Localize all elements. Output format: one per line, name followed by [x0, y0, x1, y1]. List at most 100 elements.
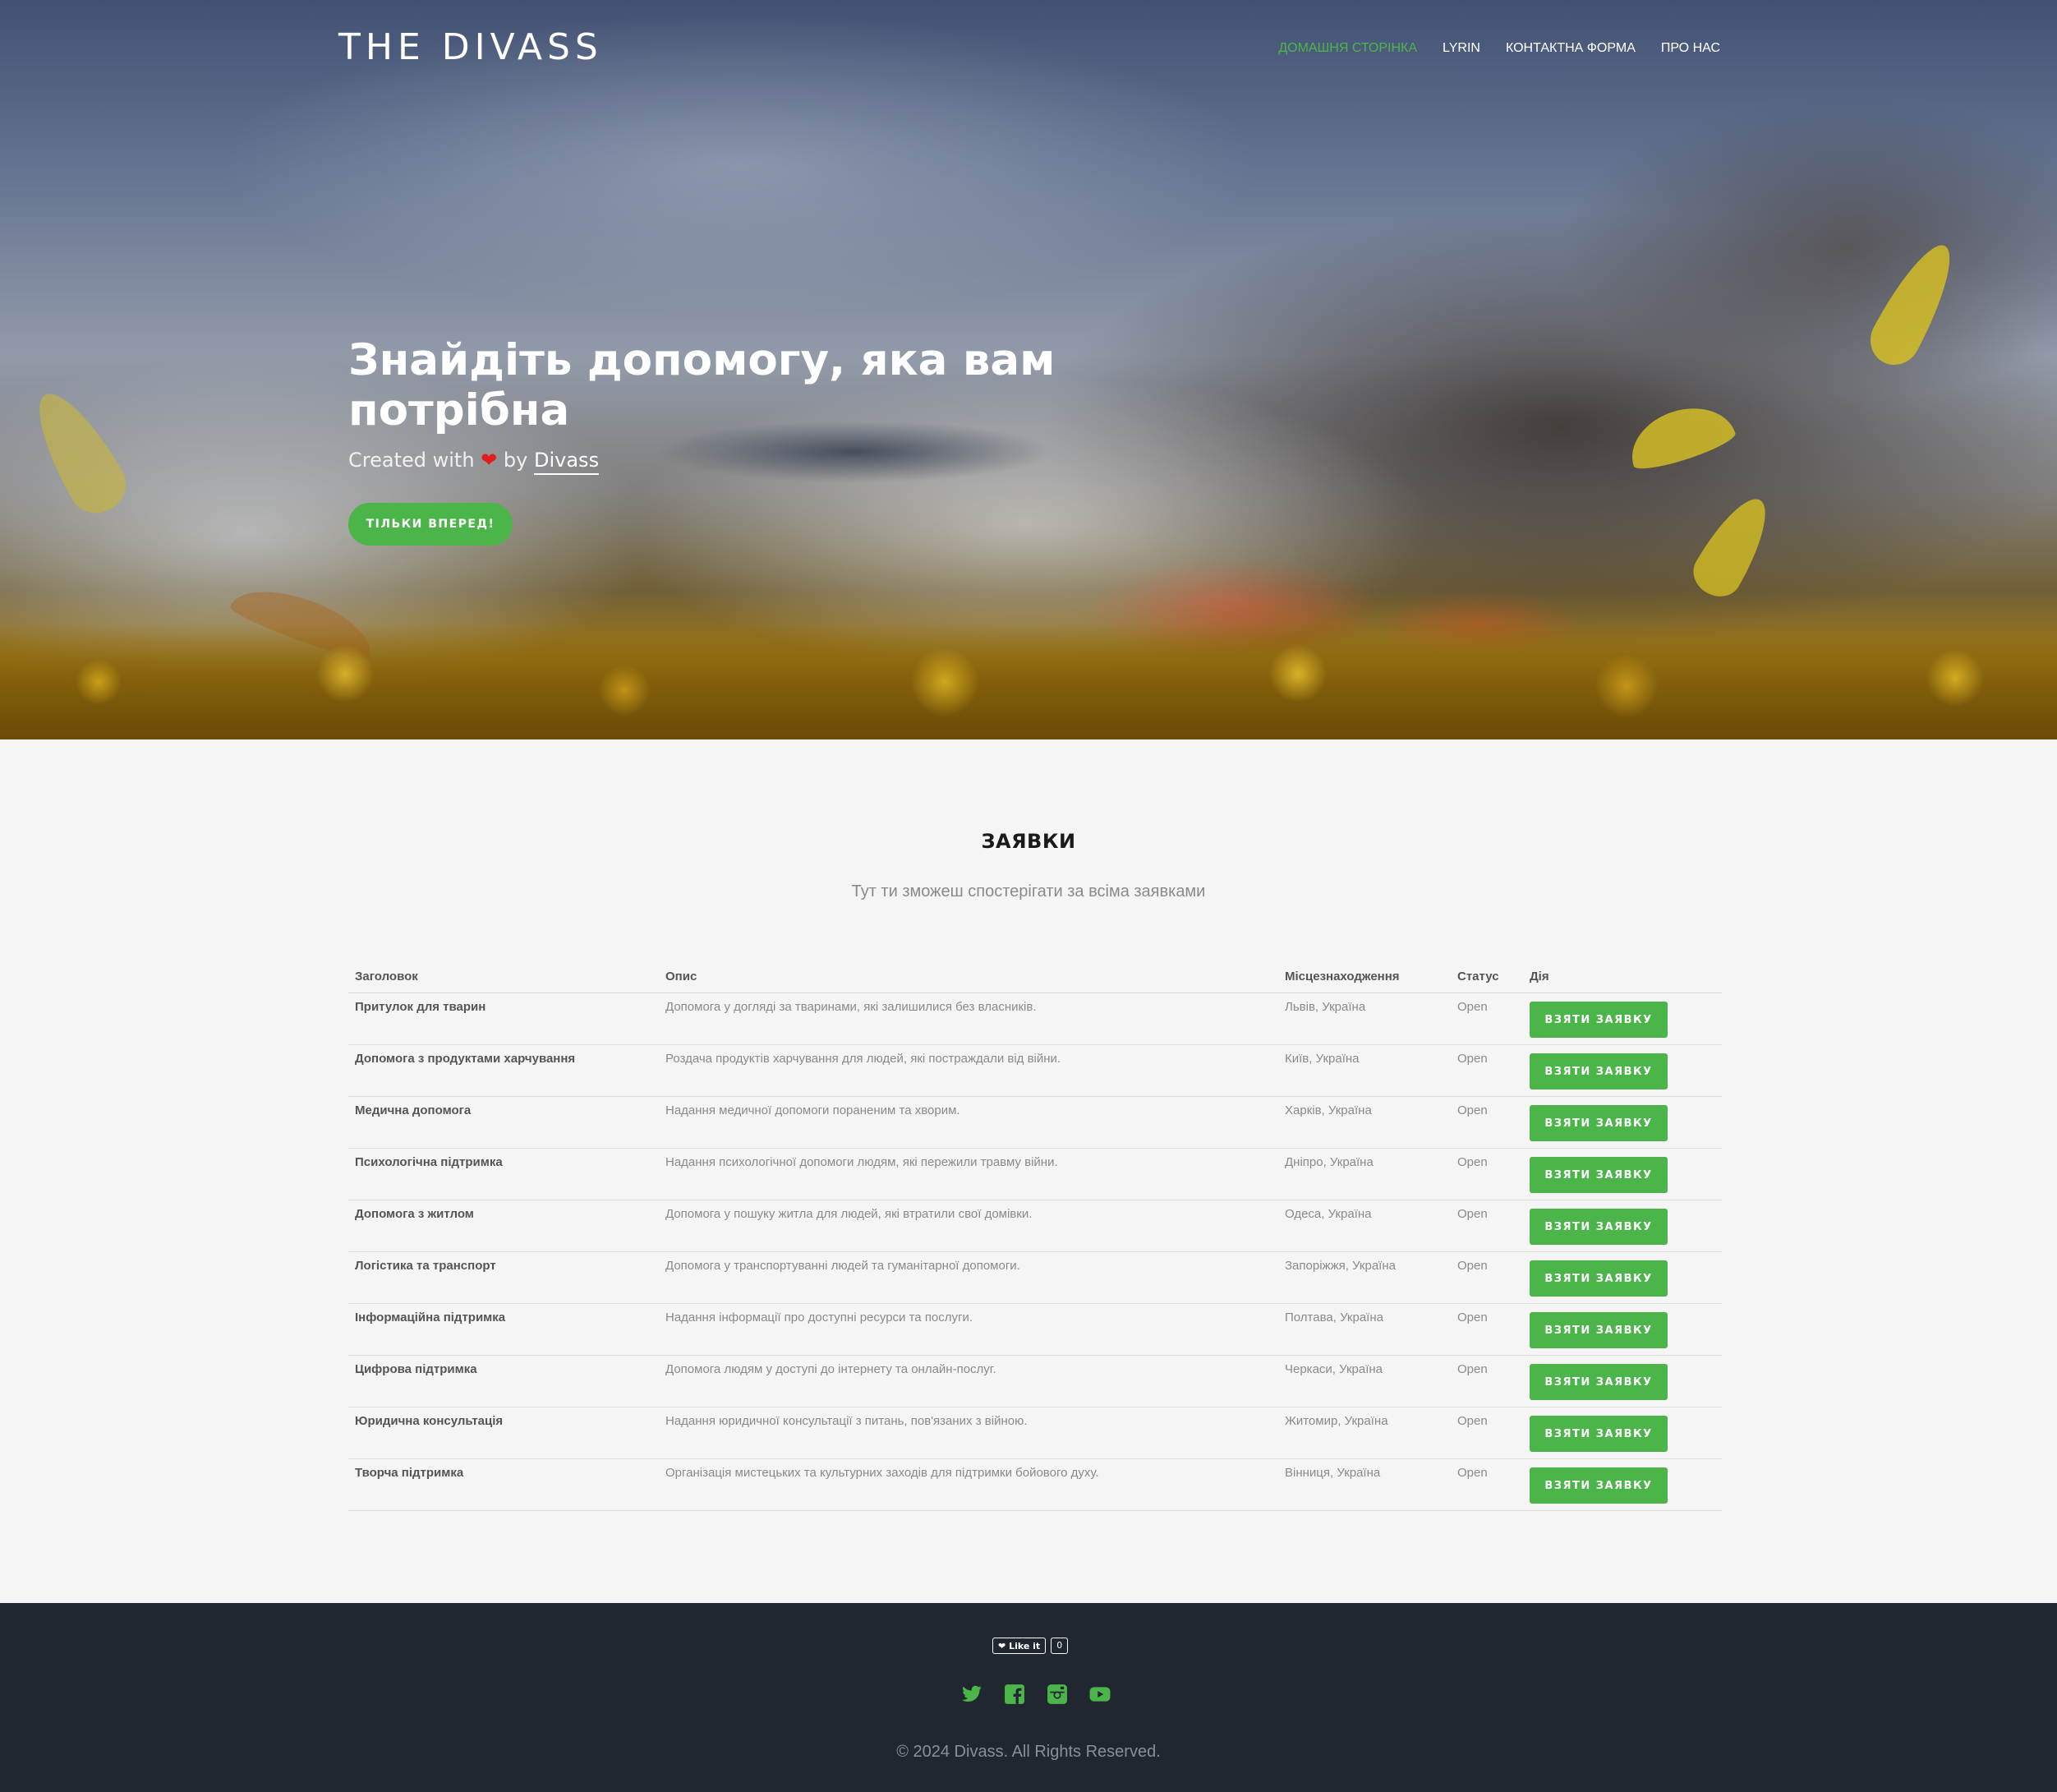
like-button[interactable]: ❤ Like it — [992, 1638, 1047, 1654]
request-title: Логістика та транспорт — [348, 1251, 659, 1304]
request-description: Роздача продуктів харчування для людей, … — [659, 1044, 1278, 1097]
facebook-icon[interactable] — [1004, 1684, 1025, 1705]
request-location: Вінниця, Україна — [1278, 1458, 1451, 1511]
request-title: Цифрова підтримка — [348, 1355, 659, 1407]
requests-table: Заголовок Опис Місцезнаходження Статус Д… — [348, 960, 1722, 1511]
request-location: Дніпро, Україна — [1278, 1148, 1451, 1200]
request-title: Творча підтримка — [348, 1458, 659, 1511]
request-title: Притулок для тварин — [348, 993, 659, 1045]
request-status: Open — [1451, 1200, 1523, 1252]
request-status: Open — [1451, 1303, 1523, 1356]
request-title: Допомога з продуктами харчування — [348, 1044, 659, 1097]
request-title: Психологічна підтримка — [348, 1148, 659, 1200]
request-description: Надання інформації про доступні ресурси … — [659, 1303, 1278, 1356]
nav-item-lyrin[interactable]: LYRIN — [1443, 41, 1480, 56]
requests-subtitle: Тут ти зможеш спостерігати за всіма заяв… — [851, 882, 1206, 901]
heart-icon: ❤ — [998, 1640, 1006, 1651]
request-status: Open — [1451, 1044, 1523, 1097]
take-request-button[interactable]: Взяти заявку — [1530, 1364, 1668, 1400]
request-description: Організація мистецьких та культурних зах… — [659, 1458, 1278, 1511]
column-header-action: Дія — [1523, 960, 1722, 993]
request-location: Черкаси, Україна — [1278, 1355, 1451, 1407]
request-action-cell: Взяти заявку — [1523, 993, 1722, 1045]
column-header-title: Заголовок — [348, 960, 659, 993]
request-status: Open — [1451, 1148, 1523, 1200]
request-title: Допомога з житлом — [348, 1200, 659, 1252]
take-request-button[interactable]: Взяти заявку — [1530, 1105, 1668, 1141]
request-location: Житомир, Україна — [1278, 1407, 1451, 1459]
request-location: Львів, Україна — [1278, 993, 1451, 1045]
request-description: Надання медичної допомоги пораненим та х… — [659, 1096, 1278, 1149]
request-action-cell: Взяти заявку — [1523, 1251, 1722, 1304]
main-nav: Домашня сторінка LYRIN Контактна форма П… — [1278, 41, 1720, 56]
table-row: Допомога з житлом Допомога у пошуку житл… — [348, 1200, 1722, 1252]
nav-item-home[interactable]: Домашня сторінка — [1278, 41, 1417, 56]
request-status: Open — [1451, 1458, 1523, 1511]
request-description: Допомога людям у доступі до інтернету та… — [659, 1355, 1278, 1407]
request-description: Допомога у догляді за тваринами, які зал… — [659, 993, 1278, 1045]
request-status: Open — [1451, 1407, 1523, 1459]
hero-title: Знайдіть допомогу, яка вам потрібна — [348, 335, 1056, 435]
request-action-cell: Взяти заявку — [1523, 1148, 1722, 1200]
request-status: Open — [1451, 1355, 1523, 1407]
take-request-button[interactable]: Взяти заявку — [1530, 1209, 1668, 1245]
request-location: Запоріжжя, Україна — [1278, 1251, 1451, 1304]
request-location: Київ, Україна — [1278, 1044, 1451, 1097]
request-action-cell: Взяти заявку — [1523, 1458, 1722, 1511]
hero-credit: Created with ❤ by Divass — [348, 449, 600, 475]
request-status: Open — [1451, 1251, 1523, 1304]
twitter-icon[interactable] — [961, 1684, 982, 1705]
youtube-icon[interactable] — [1089, 1684, 1111, 1705]
like-widget: ❤ Like it 0 — [992, 1638, 1069, 1654]
table-row: Психологічна підтримка Надання психологі… — [348, 1148, 1722, 1200]
requests-title: ЗАЯВКИ — [981, 830, 1076, 853]
request-action-cell: Взяти заявку — [1523, 1303, 1722, 1356]
column-header-description: Опис — [659, 960, 1278, 993]
request-description: Допомога у пошуку житла для людей, які в… — [659, 1200, 1278, 1252]
request-action-cell: Взяти заявку — [1523, 1355, 1722, 1407]
take-request-button[interactable]: Взяти заявку — [1530, 1467, 1668, 1504]
request-location: Харків, Україна — [1278, 1096, 1451, 1149]
table-row: Медична допомога Надання медичної допомо… — [348, 1096, 1722, 1149]
column-header-location: Місцезнаходження — [1278, 960, 1451, 993]
footer: ❤ Like it 0 © 2024 Divass. All Rights Re… — [0, 1603, 2057, 1792]
take-request-button[interactable]: Взяти заявку — [1530, 1053, 1668, 1089]
social-links — [961, 1684, 1111, 1705]
request-title: Юридична консультація — [348, 1407, 659, 1459]
table-row: Допомога з продуктами харчування Роздача… — [348, 1044, 1722, 1097]
request-location: Одеса, Україна — [1278, 1200, 1451, 1252]
hero-author-link[interactable]: Divass — [534, 449, 600, 475]
table-row: Творча підтримка Організація мистецьких … — [348, 1458, 1722, 1511]
request-description: Допомога у транспортуванні людей та гума… — [659, 1251, 1278, 1304]
table-header-row: Заголовок Опис Місцезнаходження Статус Д… — [348, 960, 1722, 993]
request-action-cell: Взяти заявку — [1523, 1044, 1722, 1097]
hero-cta-button[interactable]: ТІЛЬКИ ВПЕРЕД! — [348, 503, 513, 546]
request-action-cell: Взяти заявку — [1523, 1407, 1722, 1459]
request-status: Open — [1451, 993, 1523, 1045]
like-label: Like it — [1009, 1640, 1041, 1651]
table-row: Юридична консультація Надання юридичної … — [348, 1407, 1722, 1459]
hero-section: THE DIVASS Домашня сторінка LYRIN Контак… — [0, 0, 2057, 739]
table-row: Логістика та транспорт Допомога у трансп… — [348, 1251, 1722, 1304]
request-description: Надання юридичної консультації з питань,… — [659, 1407, 1278, 1459]
request-action-cell: Взяти заявку — [1523, 1200, 1722, 1252]
request-title: Інформаційна підтримка — [348, 1303, 659, 1356]
hero-credit-prefix: Created with — [348, 449, 475, 472]
instagram-icon[interactable] — [1047, 1684, 1068, 1705]
copyright-text: © 2024 Divass. All Rights Reserved. — [896, 1743, 1161, 1761]
request-title: Медична допомога — [348, 1096, 659, 1149]
site-logo[interactable]: THE DIVASS — [338, 26, 603, 68]
take-request-button[interactable]: Взяти заявку — [1530, 1157, 1668, 1193]
nav-item-contact-form[interactable]: Контактна форма — [1506, 41, 1636, 56]
request-status: Open — [1451, 1096, 1523, 1149]
take-request-button[interactable]: Взяти заявку — [1530, 1002, 1668, 1038]
take-request-button[interactable]: Взяти заявку — [1530, 1260, 1668, 1297]
nav-item-about[interactable]: Про нас — [1661, 41, 1720, 56]
take-request-button[interactable]: Взяти заявку — [1530, 1416, 1668, 1452]
request-description: Надання психологічної допомоги людям, як… — [659, 1148, 1278, 1200]
like-count: 0 — [1051, 1638, 1069, 1654]
take-request-button[interactable]: Взяти заявку — [1530, 1312, 1668, 1348]
column-header-status: Статус — [1451, 960, 1523, 993]
table-row: Цифрова підтримка Допомога людям у досту… — [348, 1355, 1722, 1407]
request-action-cell: Взяти заявку — [1523, 1096, 1722, 1149]
